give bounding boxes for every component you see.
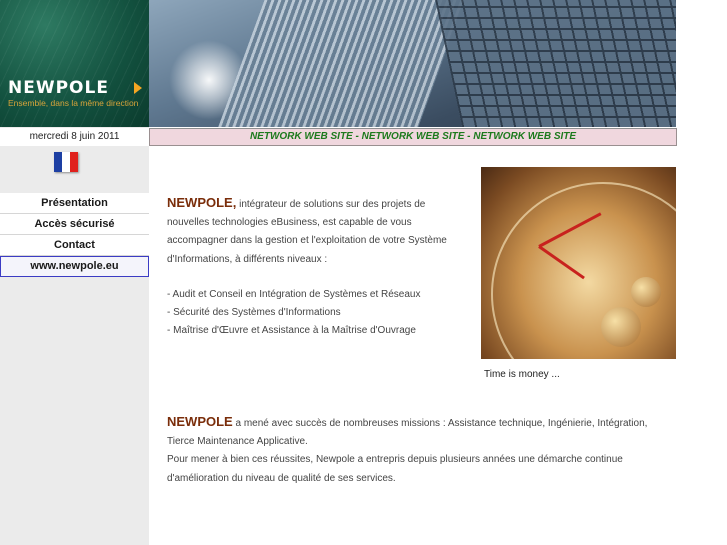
menu-item-website[interactable]: www.newpole.eu	[0, 256, 149, 277]
missions-paragraph: NEWPOLE a mené avec succès de nombreuses…	[167, 413, 667, 488]
menu-item-acces-securise[interactable]: Accès sécurisé	[0, 214, 149, 235]
brand-name: NEWPOLE	[167, 414, 233, 429]
french-flag-icon[interactable]	[54, 152, 78, 172]
newpole-logo[interactable]: NEWPOLE Ensemble, dans la même direction	[0, 0, 149, 127]
logo-tagline: Ensemble, dans la même direction	[8, 98, 139, 108]
main-menu: Présentation Accès sécurisé Contact www.…	[0, 193, 149, 277]
flag-blue-stripe	[54, 152, 62, 172]
scrolling-banner: NETWORK WEB SITE - NETWORK WEB SITE - NE…	[149, 128, 677, 146]
skyscraper-left	[213, 0, 465, 127]
coin-image	[631, 277, 661, 307]
brand-name: NEWPOLE,	[167, 195, 237, 210]
clock-money-photo	[481, 167, 676, 359]
menu-item-contact[interactable]: Contact	[0, 235, 149, 256]
current-date: mercredi 8 juin 2011	[0, 128, 149, 146]
clock-dial	[491, 182, 676, 359]
services-list: - Audit et Conseil en Intégration de Sys…	[167, 286, 467, 341]
coin-image	[601, 307, 641, 347]
service-item: - Audit et Conseil en Intégration de Sys…	[167, 289, 421, 300]
skyscraper-right	[433, 0, 676, 127]
service-item: - Sécurité des Systèmes d'Informations	[167, 307, 341, 319]
menu-item-presentation[interactable]: Présentation	[0, 193, 149, 214]
intro-paragraph: NEWPOLE, intégrateur de solutions sur de…	[167, 194, 467, 269]
logo-arrow-icon	[134, 82, 142, 94]
flag-white-stripe	[62, 152, 70, 172]
left-sidebar: NEWPOLE Ensemble, dans la même direction…	[0, 0, 149, 545]
missions-text: a mené avec succès de nombreuses mission…	[167, 418, 648, 448]
service-item: - Maîtrise d'Œuvre et Assistance à la Ma…	[167, 325, 416, 337]
right-margin	[676, 0, 727, 545]
flag-red-stripe	[70, 152, 78, 172]
logo-wordmark: NEWPOLE	[8, 78, 109, 98]
header-banner-image	[149, 0, 676, 127]
photo-caption: Time is money ...	[484, 369, 560, 380]
quality-text: Pour mener à bien ces réussites, Newpole…	[167, 454, 623, 484]
